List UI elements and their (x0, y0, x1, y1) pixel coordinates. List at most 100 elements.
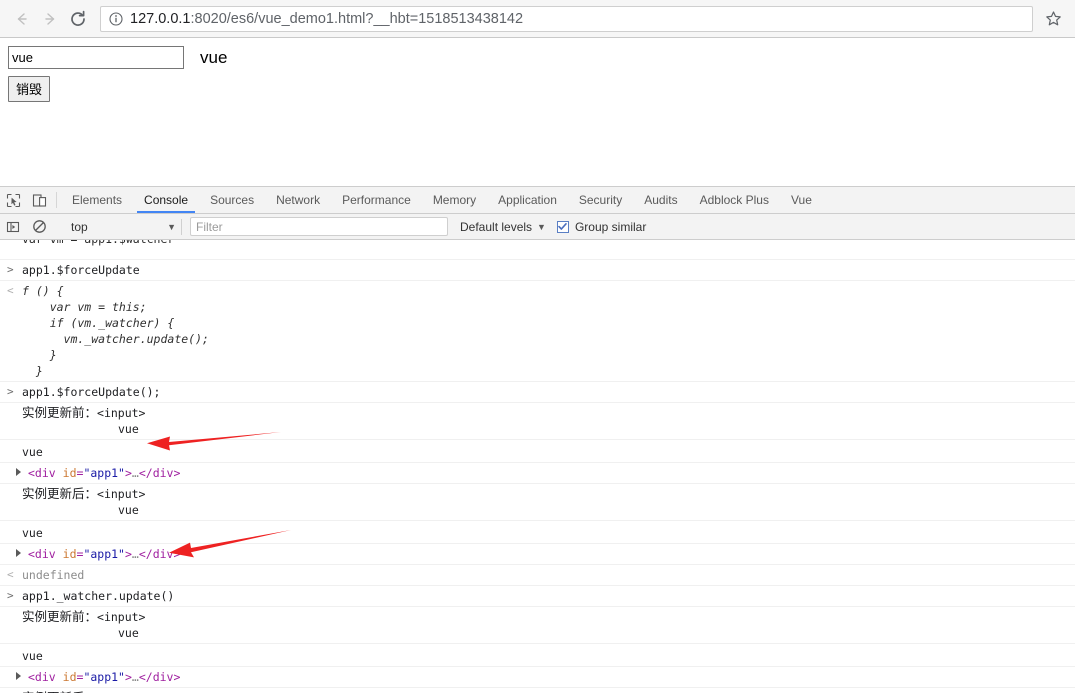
arrow-right-icon (45, 12, 55, 25)
tab-network[interactable]: Network (265, 187, 331, 213)
filterbar-divider-2 (181, 218, 182, 235)
reload-button[interactable] (64, 5, 92, 33)
console-log-message: 实例更新后：<input> vue (0, 688, 1075, 693)
log-levels-dropdown[interactable]: Default levels ▼ (460, 220, 546, 234)
info-circle-icon[interactable] (109, 11, 123, 26)
log-text: vue (22, 445, 43, 459)
group-similar-checkbox[interactable] (556, 220, 569, 233)
log-text: app1.$forceUpdate(); (22, 385, 161, 399)
dom-tag-open: <div (28, 547, 56, 561)
device-toolbar-icon (32, 193, 46, 207)
page-viewport: vue 销毁 (0, 38, 1075, 186)
expand-triangle-icon[interactable] (16, 549, 21, 557)
log-text: vue (22, 649, 43, 663)
log-tag: <input> (97, 406, 146, 420)
tab-performance[interactable]: Performance (331, 187, 422, 213)
log-text: var vm = app1.$watcher (22, 240, 174, 246)
group-similar-label: Group similar (574, 219, 647, 234)
expand-triangle-icon[interactable] (16, 468, 21, 476)
toolbar-divider (56, 192, 57, 208)
console-log-message: 实例更新前：<input> vue (0, 403, 1075, 440)
dom-attr-name: id (62, 670, 77, 684)
arrow-left-icon (17, 12, 27, 25)
dom-attr-value: "app1" (83, 547, 125, 561)
button-row: 销毁 (8, 76, 1075, 102)
console-input-line[interactable]: > app1.$forceUpdate (0, 260, 1075, 281)
console-sidebar-toggle-button[interactable] (0, 220, 26, 234)
dom-attr-value: "app1" (83, 466, 125, 480)
browser-window: 127.0.0.1:8020/es6/vue_demo1.html?__hbt=… (0, 0, 1075, 695)
dom-ellipsis: … (131, 466, 139, 480)
bookmark-button[interactable] (1039, 5, 1067, 33)
group-similar-toggle[interactable]: Group similar (556, 219, 647, 234)
message-input[interactable] (8, 46, 184, 69)
url-host: 127.0.0.1 (130, 10, 191, 27)
tab-adblock-plus[interactable]: Adblock Plus (689, 187, 780, 213)
log-sub-value: vue (118, 422, 139, 436)
console-dom-node[interactable]: <div id="app1">…</div> (0, 463, 1075, 484)
log-label: 实例更新前： (22, 609, 98, 624)
dom-tag-close-bracket: > (124, 466, 132, 480)
expand-triangle-icon[interactable] (16, 672, 21, 680)
console-dom-node[interactable]: <div id="app1">…</div> (0, 544, 1075, 565)
input-prompt-icon: > (7, 385, 14, 398)
devtools-panel: Elements Console Sources Network Perform… (0, 186, 1075, 695)
tab-console[interactable]: Console (133, 187, 199, 213)
console-log-message: vue (0, 521, 1075, 544)
console-input-line[interactable]: > app1._watcher.update() (0, 586, 1075, 607)
log-tag: <input> (97, 487, 146, 501)
chevron-down-icon: ▼ (537, 221, 546, 232)
tab-application[interactable]: Application (487, 187, 568, 213)
tab-sources[interactable]: Sources (199, 187, 265, 213)
dom-tag-open: <div (28, 670, 56, 684)
console-dom-node[interactable]: <div id="app1">…</div> (0, 667, 1075, 688)
output-prompt-icon: < (7, 568, 14, 581)
dom-attr-value: "app1" (83, 670, 125, 684)
log-text: f () { var vm = this; if (vm._watcher) {… (22, 284, 209, 378)
log-tag: <input> (97, 691, 145, 693)
clear-console-icon (32, 220, 46, 233)
address-bar[interactable]: 127.0.0.1:8020/es6/vue_demo1.html?__hbt=… (100, 5, 1033, 32)
url-text: 127.0.0.1:8020/es6/vue_demo1.html?__hbt=… (130, 11, 523, 27)
clear-console-button[interactable] (26, 219, 52, 234)
console-sidebar-toggle-icon (6, 221, 20, 232)
execution-context-select[interactable]: top ▼ (63, 217, 181, 237)
star-icon (1045, 11, 1061, 26)
console-log-area[interactable]: var vm = app1.$watcher > app1.$forceUpda… (0, 240, 1075, 693)
browser-toolbar: 127.0.0.1:8020/es6/vue_demo1.html?__hbt=… (0, 0, 1075, 38)
log-label: 实例更新后： (22, 486, 98, 501)
device-toolbar-button[interactable] (26, 187, 52, 213)
dom-attr-name: id (62, 466, 77, 480)
dom-tag-open: <div (28, 466, 56, 480)
input-prompt-icon: > (7, 263, 14, 276)
dom-tag-close-bracket: > (124, 670, 132, 684)
dom-ellipsis: … (131, 547, 139, 561)
console-input-line[interactable]: > app1.$forceUpdate(); (0, 382, 1075, 403)
input-row: vue (8, 46, 1075, 69)
tab-security[interactable]: Security (568, 187, 633, 213)
inspect-element-button[interactable] (0, 187, 26, 213)
inspect-element-icon (6, 193, 20, 207)
devtools-tabbar: Elements Console Sources Network Perform… (0, 187, 1075, 214)
forward-button[interactable] (36, 5, 64, 33)
console-output-function[interactable]: < f () { var vm = this; if (vm._watcher)… (0, 281, 1075, 382)
dom-tag-end: </div> (138, 547, 181, 561)
url-path: :8020/es6/vue_demo1.html?__hbt=151851343… (190, 10, 524, 27)
input-prompt-icon: > (7, 589, 14, 602)
chevron-down-icon: ▼ (167, 221, 176, 232)
dom-ellipsis: … (131, 670, 139, 684)
log-levels-label: Default levels (460, 219, 533, 234)
tab-vue[interactable]: Vue (780, 187, 823, 213)
tab-audits[interactable]: Audits (633, 187, 688, 213)
console-log-message: 实例更新后：<input> vue (0, 484, 1075, 521)
destroy-button[interactable]: 销毁 (8, 76, 51, 102)
log-text: app1.$forceUpdate (22, 263, 140, 277)
filter-input[interactable] (190, 217, 448, 236)
tab-elements[interactable]: Elements (61, 187, 133, 213)
console-filter-bar: top ▼ Default levels ▼ Group similar (0, 214, 1075, 240)
back-button[interactable] (8, 5, 36, 33)
console-output-undefined: < undefined (0, 565, 1075, 586)
tab-memory[interactable]: Memory (422, 187, 487, 213)
log-text: undefined (22, 568, 85, 582)
checkmark-icon (558, 223, 568, 230)
